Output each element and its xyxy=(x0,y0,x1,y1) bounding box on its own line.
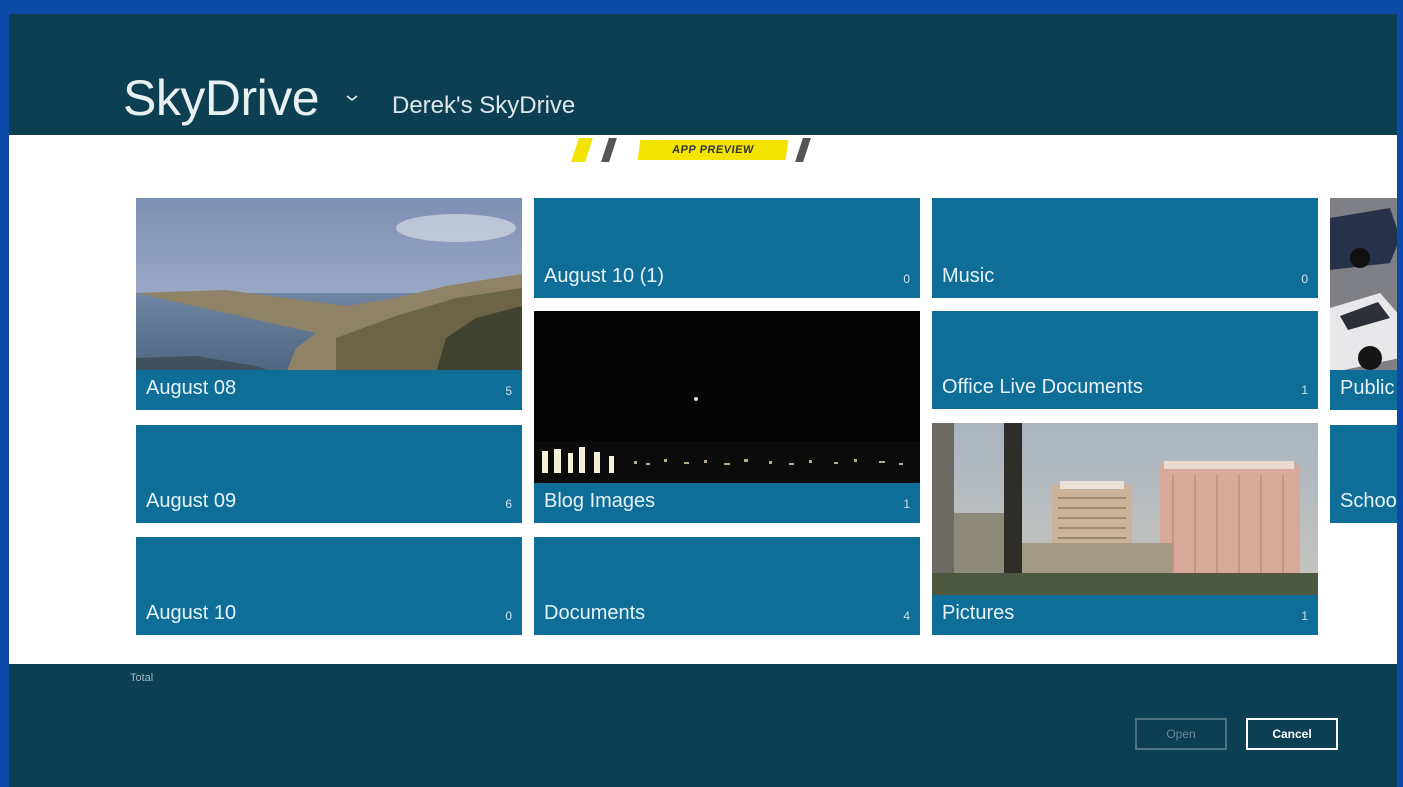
folder-tile-august-09[interactable]: August 09 6 xyxy=(136,425,522,523)
app-title: SkyDrive xyxy=(123,70,320,126)
tile-count: 4 xyxy=(903,609,910,623)
tile-count: 6 xyxy=(505,497,512,511)
cancel-button[interactable]: Cancel xyxy=(1246,718,1338,750)
tile-label: August 10 (1) xyxy=(544,265,665,287)
tile-label: Music xyxy=(942,265,995,287)
location-breadcrumb[interactable]: Derek's SkyDrive xyxy=(392,90,575,122)
tile-label: Public xyxy=(1340,377,1395,399)
tile-count: 1 xyxy=(903,497,910,511)
tile-count: 1 xyxy=(1301,383,1308,397)
tile-count: 5 xyxy=(505,384,512,398)
folder-tile-blog-images[interactable]: Blog Images 1 xyxy=(534,311,920,523)
folder-tile-school[interactable]: School xyxy=(1330,425,1397,523)
folder-tile-public[interactable]: Public xyxy=(1330,198,1397,410)
folder-tile-august-10-1[interactable]: August 10 (1) 0 xyxy=(534,198,920,298)
city-buildings-photo xyxy=(932,423,1318,598)
folder-tile-august-10[interactable]: August 10 0 xyxy=(136,537,522,635)
tile-label: Pictures xyxy=(942,602,1015,624)
tile-count: 0 xyxy=(903,272,910,286)
tile-count: 1 xyxy=(1301,609,1308,623)
folder-tile-pictures[interactable]: Pictures 1 xyxy=(932,423,1318,635)
night-city-photo xyxy=(534,311,920,486)
open-button[interactable]: Open xyxy=(1135,718,1227,750)
folder-tile-music[interactable]: Music 0 xyxy=(932,198,1318,298)
tile-label: Blog Images xyxy=(544,490,656,512)
selection-info: Total xyxy=(130,672,154,684)
tile-label: August 09 xyxy=(146,490,237,512)
tile-label: School xyxy=(1340,490,1397,512)
chevron-down-icon[interactable] xyxy=(345,90,363,108)
folder-tile-documents[interactable]: Documents 4 xyxy=(534,537,920,635)
app-preview-label: APP PREVIEW xyxy=(637,140,789,160)
landscape-photo xyxy=(136,198,522,373)
parked-cars-photo xyxy=(1330,198,1397,373)
tile-label: Documents xyxy=(544,602,646,624)
banner-stripe xyxy=(571,138,593,162)
tile-count: 0 xyxy=(1301,272,1308,286)
app-header: SkyDrive Derek's SkyDrive xyxy=(9,14,1397,135)
folder-grid: August 08 5 August 09 6 August 10 0 Augu… xyxy=(136,198,1397,650)
tile-label: Office Live Documents xyxy=(942,376,1143,398)
folder-tile-office-live-documents[interactable]: Office Live Documents 1 xyxy=(932,311,1318,409)
tile-count: 0 xyxy=(505,609,512,623)
folder-tile-august-08[interactable]: August 08 5 xyxy=(136,198,522,410)
tile-label: August 08 xyxy=(146,377,237,399)
banner-stripe xyxy=(601,138,617,162)
app-bar: Total Open Cancel xyxy=(9,664,1397,787)
tile-label: August 10 xyxy=(146,602,237,624)
banner-stripe xyxy=(795,138,811,162)
window-frame: SkyDrive Derek's SkyDrive APP PREVIEW Au… xyxy=(9,14,1397,787)
